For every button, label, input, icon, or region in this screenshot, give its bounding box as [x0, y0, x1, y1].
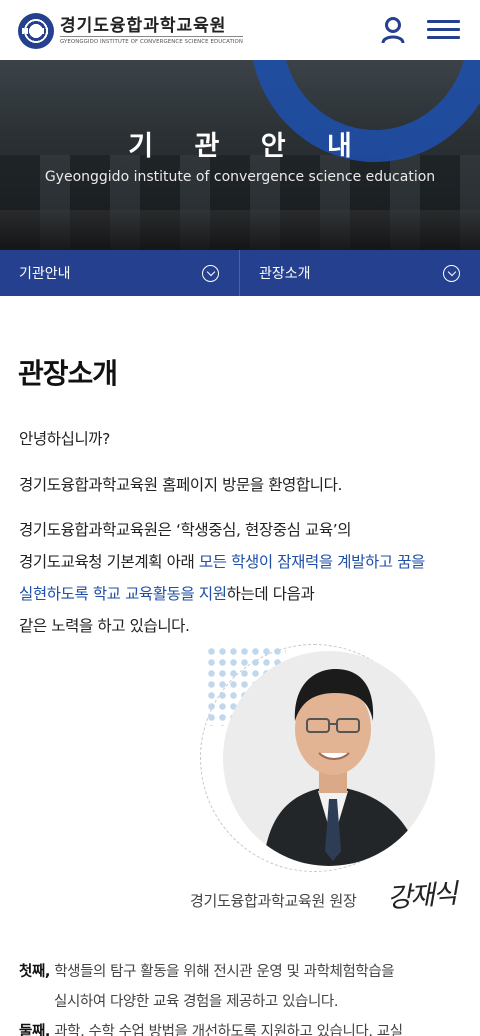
list-text: 과학, 수학 수업 방법을 개선하도록 지원하고 있습니다. 교실 — [50, 1024, 403, 1036]
page-title: 관장소개 — [18, 357, 118, 390]
sub-navigation: 기관안내 관장소개 — [0, 250, 480, 296]
logo-emblem-icon — [18, 13, 54, 49]
logo-text: 경기도융합과학교육원 GYEONGGIDO INSTITUTE OF CONVE… — [60, 15, 244, 47]
user-icon[interactable] — [381, 17, 405, 44]
director-photo — [223, 651, 435, 866]
director-signature: 강재식 — [386, 878, 457, 915]
hero-banner: 기 관 안 내 Gyeonggido institute of converge… — [0, 60, 480, 250]
intro-line-2: 경기도교육청 기본계획 아래 — [19, 553, 199, 571]
intro-line-4: 같은 노력을 하고 있습니다. — [19, 617, 190, 635]
director-portrait — [198, 642, 438, 872]
chevron-down-icon — [202, 265, 219, 282]
logo-title: 경기도융합과학교육원 — [60, 15, 227, 36]
chevron-down-icon — [443, 265, 460, 282]
intro-highlight-1: 모든 학생이 잠재력을 계발하고 꿈을 — [198, 553, 425, 571]
director-caption: 경기도융합과학교육원 원장 — [190, 892, 357, 910]
subnav-dropdown-page[interactable]: 관장소개 — [240, 250, 480, 296]
hero-subtitle: Gyeonggido institute of convergence scie… — [44, 169, 436, 185]
subnav-page-label: 관장소개 — [259, 266, 311, 282]
list-ordinal: 첫째, — [19, 964, 50, 980]
logo-subtitle: GYEONGGIDO INSTITUTE OF CONVERGENCE SCIE… — [60, 35, 244, 47]
intro-highlight-2: 실현하도록 학교 교육활동을 지원 — [19, 585, 227, 603]
subnav-dropdown-category[interactable]: 기관안내 — [0, 250, 240, 296]
list-item: 둘째, 과학, 수학 수업 방법을 개선하도록 지원하고 있습니다. 교실 — [19, 1017, 403, 1036]
site-logo[interactable]: 경기도융합과학교육원 GYEONGGIDO INSTITUTE OF CONVE… — [18, 13, 244, 49]
list-ordinal: 둘째, — [19, 1024, 50, 1036]
intro-line-1: 경기도융합과학교육원은 ‘학생중심, 현장중심 교육’의 — [19, 521, 352, 539]
hero-title: 기 관 안 내 — [128, 131, 368, 162]
header: 경기도융합과학교육원 GYEONGGIDO INSTITUTE OF CONVE… — [0, 0, 480, 60]
list-item: 첫째, 학생들의 탐구 활동을 위해 전시관 운영 및 과학체험학습을 — [19, 957, 395, 987]
welcome-text: 경기도융합과학교육원 홈페이지 방문을 환영합니다. — [19, 476, 343, 494]
intro-paragraph: 경기도융합과학교육원은 ‘학생중심, 현장중심 교육’의 경기도교육청 기본계획… — [19, 514, 469, 642]
hamburger-menu-icon[interactable] — [427, 20, 460, 42]
hero-floor-shade — [0, 210, 480, 250]
list-item-continuation: 실시하여 다양한 교육 경험을 제공하고 있습니다. — [54, 994, 339, 1010]
subnav-category-label: 기관안내 — [19, 266, 71, 282]
intro-line-3: 하는데 다음과 — [226, 585, 315, 603]
greeting-text: 안녕하십니까? — [19, 430, 110, 448]
list-text: 학생들의 탐구 활동을 위해 전시관 운영 및 과학체험학습을 — [50, 964, 395, 980]
